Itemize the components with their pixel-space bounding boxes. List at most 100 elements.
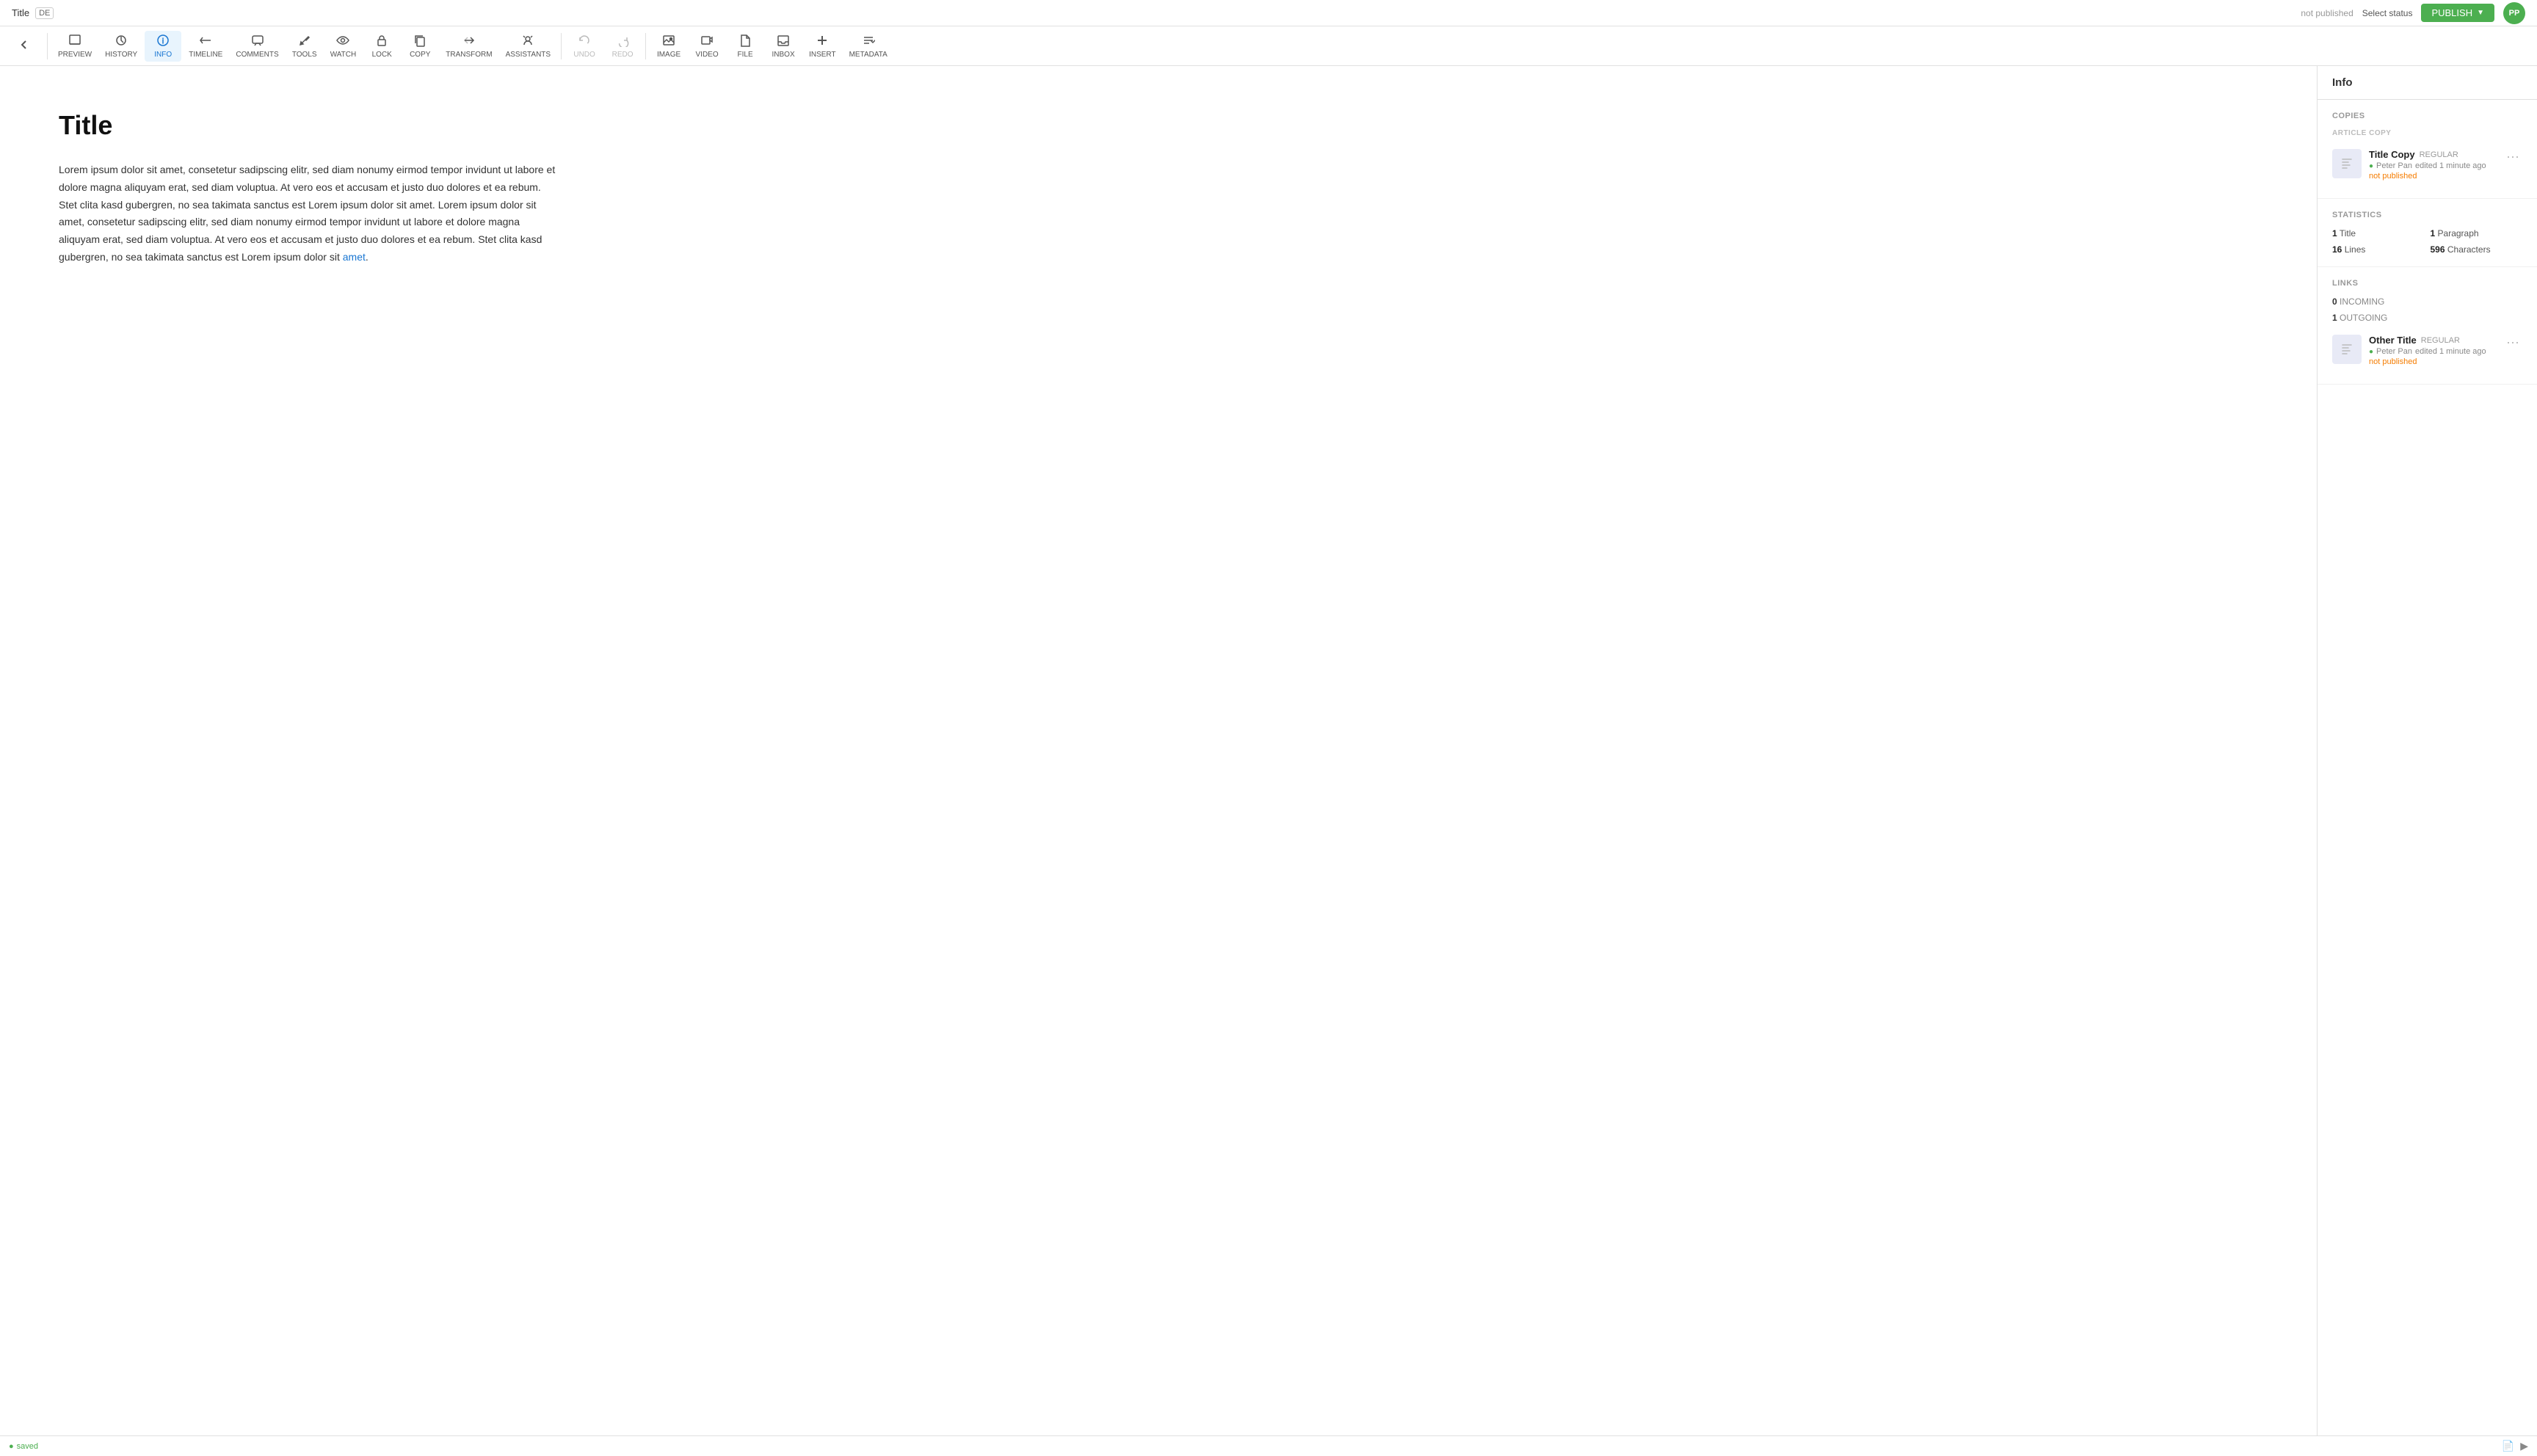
editor-area[interactable]: Title Lorem ipsum dolor sit amet, conset… bbox=[0, 66, 2317, 1435]
other-title-info: Other Title REGULAR ● Peter Pan edited 1… bbox=[2369, 335, 2496, 366]
other-title-type: REGULAR bbox=[2421, 336, 2460, 345]
timeline-button[interactable]: TIMELINE bbox=[183, 31, 228, 62]
info-icon bbox=[156, 34, 170, 49]
video-icon bbox=[700, 34, 714, 49]
title-copy-card: Title Copy REGULAR ● Peter Pan edited 1 … bbox=[2332, 143, 2522, 186]
title-copy-title: Title Copy bbox=[2369, 149, 2415, 160]
tools-button[interactable]: TOOLS bbox=[286, 31, 323, 62]
insert-button[interactable]: INSERT bbox=[803, 31, 842, 62]
back-icon bbox=[18, 38, 31, 54]
history-icon bbox=[115, 34, 128, 49]
top-bar-right: not published Select status PUBLISH ▼ PP bbox=[2301, 2, 2525, 24]
article-body-text: Lorem ipsum dolor sit amet, consetetur s… bbox=[59, 164, 555, 263]
image-icon bbox=[662, 34, 675, 49]
other-title-card: Other Title REGULAR ● Peter Pan edited 1… bbox=[2332, 329, 2522, 372]
publish-button[interactable]: PUBLISH ▼ bbox=[2421, 4, 2494, 22]
toolbar-divider-3 bbox=[645, 33, 646, 59]
copies-section: COPIES ARTICLE COPY Title Copy REGULAR ●… bbox=[2318, 100, 2537, 199]
toolbar-divider-1 bbox=[47, 33, 48, 59]
title-copy-more-button[interactable]: ⋯ bbox=[2503, 149, 2522, 165]
transform-icon bbox=[462, 34, 476, 49]
publish-dropdown-arrow[interactable]: ▼ bbox=[2477, 9, 2484, 17]
article-copy-label: ARTICLE COPY bbox=[2332, 129, 2522, 137]
article-link[interactable]: amet bbox=[343, 251, 366, 263]
other-title-title-row: Other Title REGULAR bbox=[2369, 335, 2496, 346]
preview-button[interactable]: PREVIEW bbox=[52, 31, 98, 62]
title-copy-type: REGULAR bbox=[2420, 150, 2458, 159]
other-title-more-button[interactable]: ⋯ bbox=[2503, 335, 2522, 351]
preview-icon bbox=[68, 34, 81, 49]
other-title-title: Other Title bbox=[2369, 335, 2417, 346]
redo-icon bbox=[616, 34, 629, 49]
stat-title: 1 Title bbox=[2332, 228, 2425, 239]
video-button[interactable]: VIDEO bbox=[689, 31, 725, 62]
undo-icon bbox=[578, 34, 591, 49]
avatar[interactable]: PP bbox=[2503, 2, 2525, 24]
comments-button[interactable]: COMMENTS bbox=[230, 31, 284, 62]
statistics-section: STATISTICS 1 Title 1 Paragraph 16 Lines … bbox=[2318, 199, 2537, 267]
inbox-button[interactable]: INBOX bbox=[765, 31, 802, 62]
transform-button[interactable]: TRANSFORM bbox=[440, 31, 498, 62]
lock-icon bbox=[375, 34, 388, 49]
links-section-title: LINKS bbox=[2332, 279, 2522, 288]
assistants-button[interactable]: ASSISTANTS bbox=[500, 31, 557, 62]
back-button[interactable] bbox=[6, 35, 43, 57]
copy-button[interactable]: COPY bbox=[402, 31, 438, 62]
title-copy-author: Peter Pan bbox=[2376, 161, 2412, 170]
stats-grid: 1 Title 1 Paragraph 16 Lines 596 Charact… bbox=[2332, 228, 2522, 255]
title-copy-thumbnail bbox=[2332, 149, 2362, 178]
saved-status: ● saved bbox=[9, 1442, 38, 1451]
article-title[interactable]: Title bbox=[59, 110, 2258, 141]
watch-button[interactable]: WATCH bbox=[324, 31, 363, 62]
links-section: LINKS 0 INCOMING 1 OUTGOING Other Title … bbox=[2318, 267, 2537, 385]
file-icon bbox=[738, 34, 752, 49]
toolbar: PREVIEW HISTORY INFO TIMELINE COMMENTS T… bbox=[0, 26, 2537, 66]
select-status-button[interactable]: Select status bbox=[2362, 8, 2413, 18]
copy-icon bbox=[413, 34, 427, 49]
page-icon[interactable]: 📄 bbox=[2502, 1440, 2514, 1452]
green-dot-icon: ● bbox=[2369, 162, 2373, 170]
stat-lines: 16 Lines bbox=[2332, 244, 2425, 255]
language-badge[interactable]: DE bbox=[35, 7, 54, 19]
publish-status: not published bbox=[2301, 8, 2353, 18]
other-title-green-dot-icon: ● bbox=[2369, 348, 2373, 356]
assistants-icon bbox=[521, 34, 534, 49]
metadata-button[interactable]: METADATA bbox=[843, 31, 893, 62]
stat-paragraph: 1 Paragraph bbox=[2431, 228, 2523, 239]
redo-button[interactable]: REDO bbox=[604, 31, 641, 62]
file-button[interactable]: FILE bbox=[727, 31, 763, 62]
sidebar-header: Info bbox=[2318, 66, 2537, 100]
main-layout: Title Lorem ipsum dolor sit amet, conset… bbox=[0, 66, 2537, 1435]
comments-icon bbox=[251, 34, 264, 49]
saved-dot-icon: ● bbox=[9, 1442, 14, 1451]
title-copy-info: Title Copy REGULAR ● Peter Pan edited 1 … bbox=[2369, 149, 2496, 181]
document-title: Title bbox=[12, 7, 29, 18]
title-copy-meta: ● Peter Pan edited 1 minute ago bbox=[2369, 161, 2496, 170]
expand-icon[interactable]: ▶ bbox=[2520, 1440, 2528, 1452]
other-title-status: not published bbox=[2369, 357, 2496, 366]
article-body[interactable]: Lorem ipsum dolor sit amet, consetetur s… bbox=[59, 161, 558, 266]
history-button[interactable]: HISTORY bbox=[99, 31, 143, 62]
stat-characters: 596 Characters bbox=[2431, 244, 2523, 255]
image-button[interactable]: IMAGE bbox=[650, 31, 687, 62]
inbox-icon bbox=[777, 34, 790, 49]
timeline-icon bbox=[199, 34, 212, 49]
bottom-bar: ● saved 📄 ▶ bbox=[0, 1435, 2537, 1456]
outgoing-links-label: 1 OUTGOING bbox=[2332, 313, 2522, 323]
copies-section-title: COPIES bbox=[2332, 112, 2522, 120]
other-title-thumbnail bbox=[2332, 335, 2362, 364]
statistics-section-title: STATISTICS bbox=[2332, 211, 2522, 219]
incoming-links: 0 INCOMING bbox=[2332, 296, 2522, 307]
title-copy-status: not published bbox=[2369, 172, 2496, 181]
metadata-icon bbox=[862, 34, 875, 49]
document-title-area: Title DE bbox=[12, 7, 54, 19]
insert-icon bbox=[816, 34, 829, 49]
info-button[interactable]: INFO bbox=[145, 31, 181, 62]
article-body-end: . bbox=[366, 251, 369, 263]
toolbar-divider-2 bbox=[561, 33, 562, 59]
tools-icon bbox=[298, 34, 311, 49]
other-title-meta: ● Peter Pan edited 1 minute ago bbox=[2369, 347, 2496, 356]
lock-button[interactable]: LOCK bbox=[363, 31, 400, 62]
watch-icon bbox=[336, 34, 349, 49]
undo-button[interactable]: UNDO bbox=[566, 31, 603, 62]
